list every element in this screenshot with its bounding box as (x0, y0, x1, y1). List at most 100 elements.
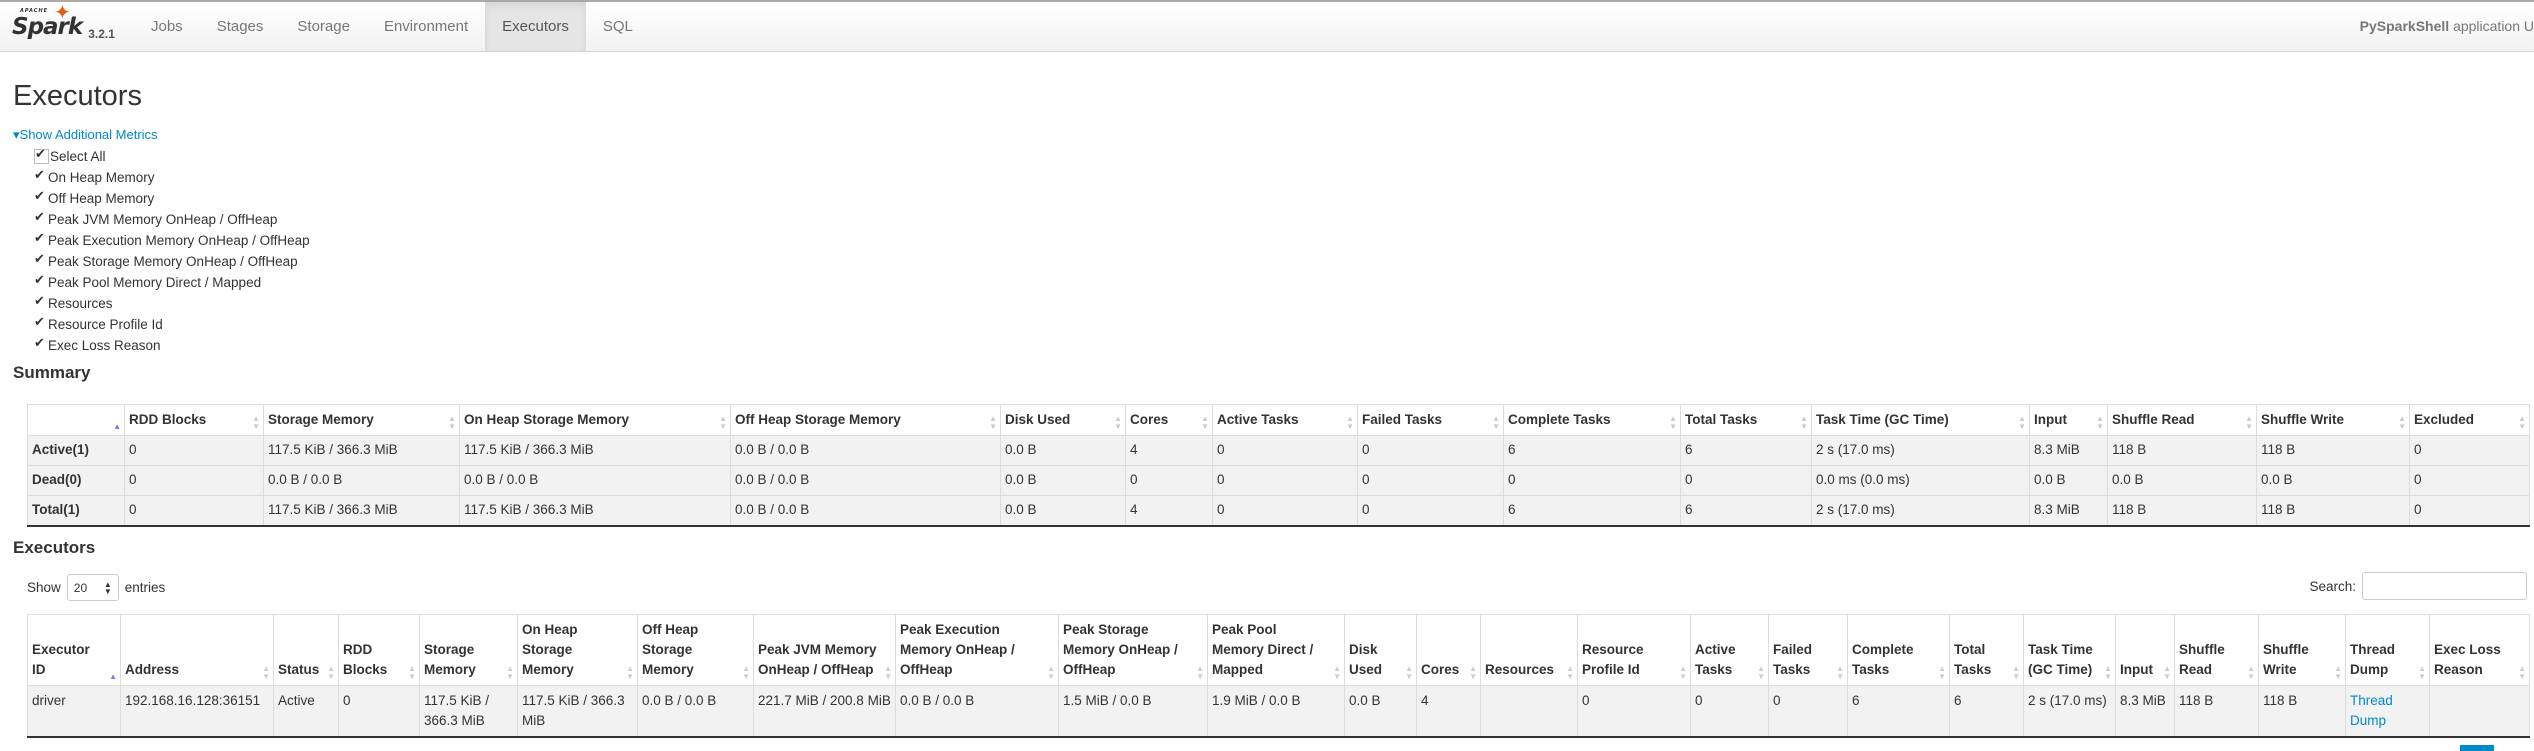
column-header-peak-pool-memory-direct-mapped[interactable]: Peak Pool Memory Direct / Mapped ▲ ▼ (1207, 614, 1345, 686)
column-header-off-heap-storage-memory[interactable]: Off Heap Storage Memory ▲ ▼ (730, 404, 1001, 436)
column-header-failed-tasks[interactable]: Failed Tasks ▲ ▼ (1768, 614, 1848, 686)
column-header-blank[interactable]: ▲ (27, 404, 125, 436)
metric-label: On Heap Memory (48, 170, 155, 185)
column-header-on-heap-storage-memory[interactable]: On Heap Storage Memory ▲ ▼ (459, 404, 731, 436)
metric-checkbox-peak-execution-memory-onheap-offheap[interactable]: Peak Execution Memory OnHeap / OffHeap (34, 230, 310, 251)
metric-checkbox-exec-loss-reason[interactable]: Exec Loss Reason (34, 335, 310, 356)
sort-both-icon: ▲ ▼ (2247, 664, 2255, 681)
search-input[interactable] (2362, 572, 2527, 600)
tab-jobs[interactable]: Jobs (134, 2, 200, 51)
metric-checkbox-resource-profile-id[interactable]: Resource Profile Id (34, 314, 310, 335)
column-header-thread-dump[interactable]: Thread Dump ▲ ▼ (2345, 614, 2430, 686)
cell: 0 (124, 495, 264, 527)
column-header-exec-loss-reason[interactable]: Exec Loss Reason ▲ ▼ (2429, 614, 2530, 686)
header-label: Complete Tasks (1852, 642, 1914, 677)
column-header-input[interactable]: Input ▲ ▼ (2115, 614, 2175, 686)
column-header-total-tasks[interactable]: Total Tasks ▲ ▼ (1680, 404, 1812, 436)
tab-executors[interactable]: Executors (485, 2, 586, 51)
sort-both-icon: ▲ ▼ (2245, 414, 2253, 431)
cell: 6 (1503, 435, 1681, 466)
header-label: Disk Used (1349, 642, 1383, 677)
cell: 117.5 KiB / 366.3 MiB (517, 685, 638, 738)
column-header-shuffle-read[interactable]: Shuffle Read ▲ ▼ (2107, 404, 2257, 436)
toggle-label: Show Additional Metrics (19, 127, 158, 142)
column-header-shuffle-write[interactable]: Shuffle Write ▲ ▼ (2256, 404, 2410, 436)
column-header-storage-memory[interactable]: Storage Memory ▲ ▼ (263, 404, 460, 436)
header-label: Peak Execution Memory OnHeap / OffHeap (900, 622, 1015, 677)
column-header-task-time-gc-time[interactable]: Task Time (GC Time) ▲ ▼ (1811, 404, 2030, 436)
column-header-failed-tasks[interactable]: Failed Tasks ▲ ▼ (1357, 404, 1504, 436)
header-label: On Heap Storage Memory (522, 622, 578, 677)
column-header-total-tasks[interactable]: Total Tasks ▲ ▼ (1949, 614, 2024, 686)
column-header-complete-tasks[interactable]: Complete Tasks ▲ ▼ (1847, 614, 1950, 686)
cell: 0.0 B (1344, 685, 1417, 738)
sort-both-icon: ▲ ▼ (1047, 664, 1055, 681)
app-name-bold: PySparkShell (2359, 18, 2450, 34)
column-header-disk-used[interactable]: Disk Used ▲ ▼ (1344, 614, 1417, 686)
column-header-complete-tasks[interactable]: Complete Tasks ▲ ▼ (1503, 404, 1681, 436)
column-header-resource-profile-id[interactable]: Resource Profile Id ▲ ▼ (1577, 614, 1691, 686)
checkbox-checked-icon[interactable] (34, 167, 47, 184)
checkbox-checked-icon[interactable] (34, 146, 49, 164)
column-header-peak-execution-memory-onheap-offheap[interactable]: Peak Execution Memory OnHeap / OffHeap ▲ ▼ (895, 614, 1059, 686)
column-header-active-tasks[interactable]: Active Tasks ▲ ▼ (1212, 404, 1358, 436)
show-additional-metrics-toggle[interactable]: ▾Show Additional Metrics (13, 127, 158, 143)
tab-storage[interactable]: Storage (280, 2, 367, 51)
checkbox-checked-icon[interactable] (34, 335, 47, 352)
metric-checkbox-select-all[interactable]: Select All (34, 146, 310, 167)
logo-text: Spark (12, 13, 83, 40)
column-header-rdd-blocks[interactable]: RDD Blocks ▲ ▼ (338, 614, 420, 686)
checkbox-checked-icon[interactable] (34, 251, 47, 268)
pagination-current-page[interactable] (2460, 745, 2494, 751)
tab-environment[interactable]: Environment (367, 2, 485, 51)
checkbox-checked-icon[interactable] (34, 314, 47, 331)
column-header-shuffle-write[interactable]: Shuffle Write ▲ ▼ (2258, 614, 2346, 686)
sort-both-icon: ▲ ▼ (1114, 414, 1122, 431)
metric-checkbox-peak-jvm-memory-onheap-offheap[interactable]: Peak JVM Memory OnHeap / OffHeap (34, 209, 310, 230)
sort-both-icon: ▲ ▼ (2518, 414, 2526, 431)
tab-stages[interactable]: Stages (200, 2, 281, 51)
cell: 117.5 KiB / 366.3 MiB (263, 495, 460, 527)
column-header-status[interactable]: Status ▲ ▼ (273, 614, 339, 686)
column-header-address[interactable]: Address ▲ ▼ (120, 614, 274, 686)
column-header-active-tasks[interactable]: Active Tasks ▲ ▼ (1690, 614, 1769, 686)
entries-select[interactable]: 20 ▲ ▼ (66, 574, 119, 601)
cell: 0 (338, 685, 420, 738)
column-header-cores[interactable]: Cores ▲ ▼ (1125, 404, 1213, 436)
header-label: Exec Loss Reason (2434, 642, 2501, 677)
metric-checkbox-off-heap-memory[interactable]: Off Heap Memory (34, 188, 310, 209)
column-header-cores[interactable]: Cores ▲ ▼ (1416, 614, 1481, 686)
checkbox-checked-icon[interactable] (34, 209, 47, 226)
metric-checkbox-resources[interactable]: Resources (34, 293, 310, 314)
metric-checkbox-peak-storage-memory-onheap-offheap[interactable]: Peak Storage Memory OnHeap / OffHeap (34, 251, 310, 272)
column-header-resources[interactable]: Resources ▲ ▼ (1480, 614, 1578, 686)
sort-both-icon: ▲ ▼ (1201, 414, 1209, 431)
checkbox-checked-icon[interactable] (34, 272, 47, 289)
column-header-peak-storage-memory-onheap-offheap[interactable]: Peak Storage Memory OnHeap / OffHeap ▲ ▼ (1058, 614, 1208, 686)
checkbox-checked-icon[interactable] (34, 188, 47, 205)
cell: Dead(0) (27, 465, 125, 496)
column-header-storage-memory[interactable]: Storage Memory ▲ ▼ (419, 614, 518, 686)
column-header-task-time-gc-time[interactable]: Task Time (GC Time) ▲ ▼ (2023, 614, 2116, 686)
header-label: Total Tasks (1954, 642, 1992, 677)
tab-sql[interactable]: SQL (586, 2, 650, 51)
column-header-executor-id[interactable]: Executor ID ▲ (27, 614, 121, 686)
column-header-off-heap-storage-memory[interactable]: Off Heap Storage Memory ▲ ▼ (637, 614, 754, 686)
thread-dump-link[interactable]: Thread Dump (2350, 693, 2393, 728)
column-header-disk-used[interactable]: Disk Used ▲ ▼ (1000, 404, 1126, 436)
column-header-shuffle-read[interactable]: Shuffle Read ▲ ▼ (2174, 614, 2259, 686)
checkbox-checked-icon[interactable] (34, 293, 47, 310)
metric-checkbox-peak-pool-memory-direct-mapped[interactable]: Peak Pool Memory Direct / Mapped (34, 272, 310, 293)
checkbox-checked-icon[interactable] (34, 230, 47, 247)
column-header-peak-jvm-memory-onheap-offheap[interactable]: Peak JVM Memory OnHeap / OffHeap ▲ ▼ (753, 614, 896, 686)
column-header-input[interactable]: Input ▲ ▼ (2029, 404, 2108, 436)
metric-checkbox-on-heap-memory[interactable]: On Heap Memory (34, 167, 310, 188)
cell: 8.3 MiB (2115, 685, 2175, 738)
spark-logo[interactable]: APACHE Spark ✦ 3.2.1 (0, 0, 130, 51)
cell: 4 (1416, 685, 1481, 738)
executors-heading: Executors (13, 538, 96, 557)
column-header-excluded[interactable]: Excluded ▲ ▼ (2409, 404, 2530, 436)
column-header-rdd-blocks[interactable]: RDD Blocks ▲ ▼ (124, 404, 264, 436)
header-label: Cores (1130, 412, 1169, 427)
column-header-on-heap-storage-memory[interactable]: On Heap Storage Memory ▲ ▼ (517, 614, 638, 686)
